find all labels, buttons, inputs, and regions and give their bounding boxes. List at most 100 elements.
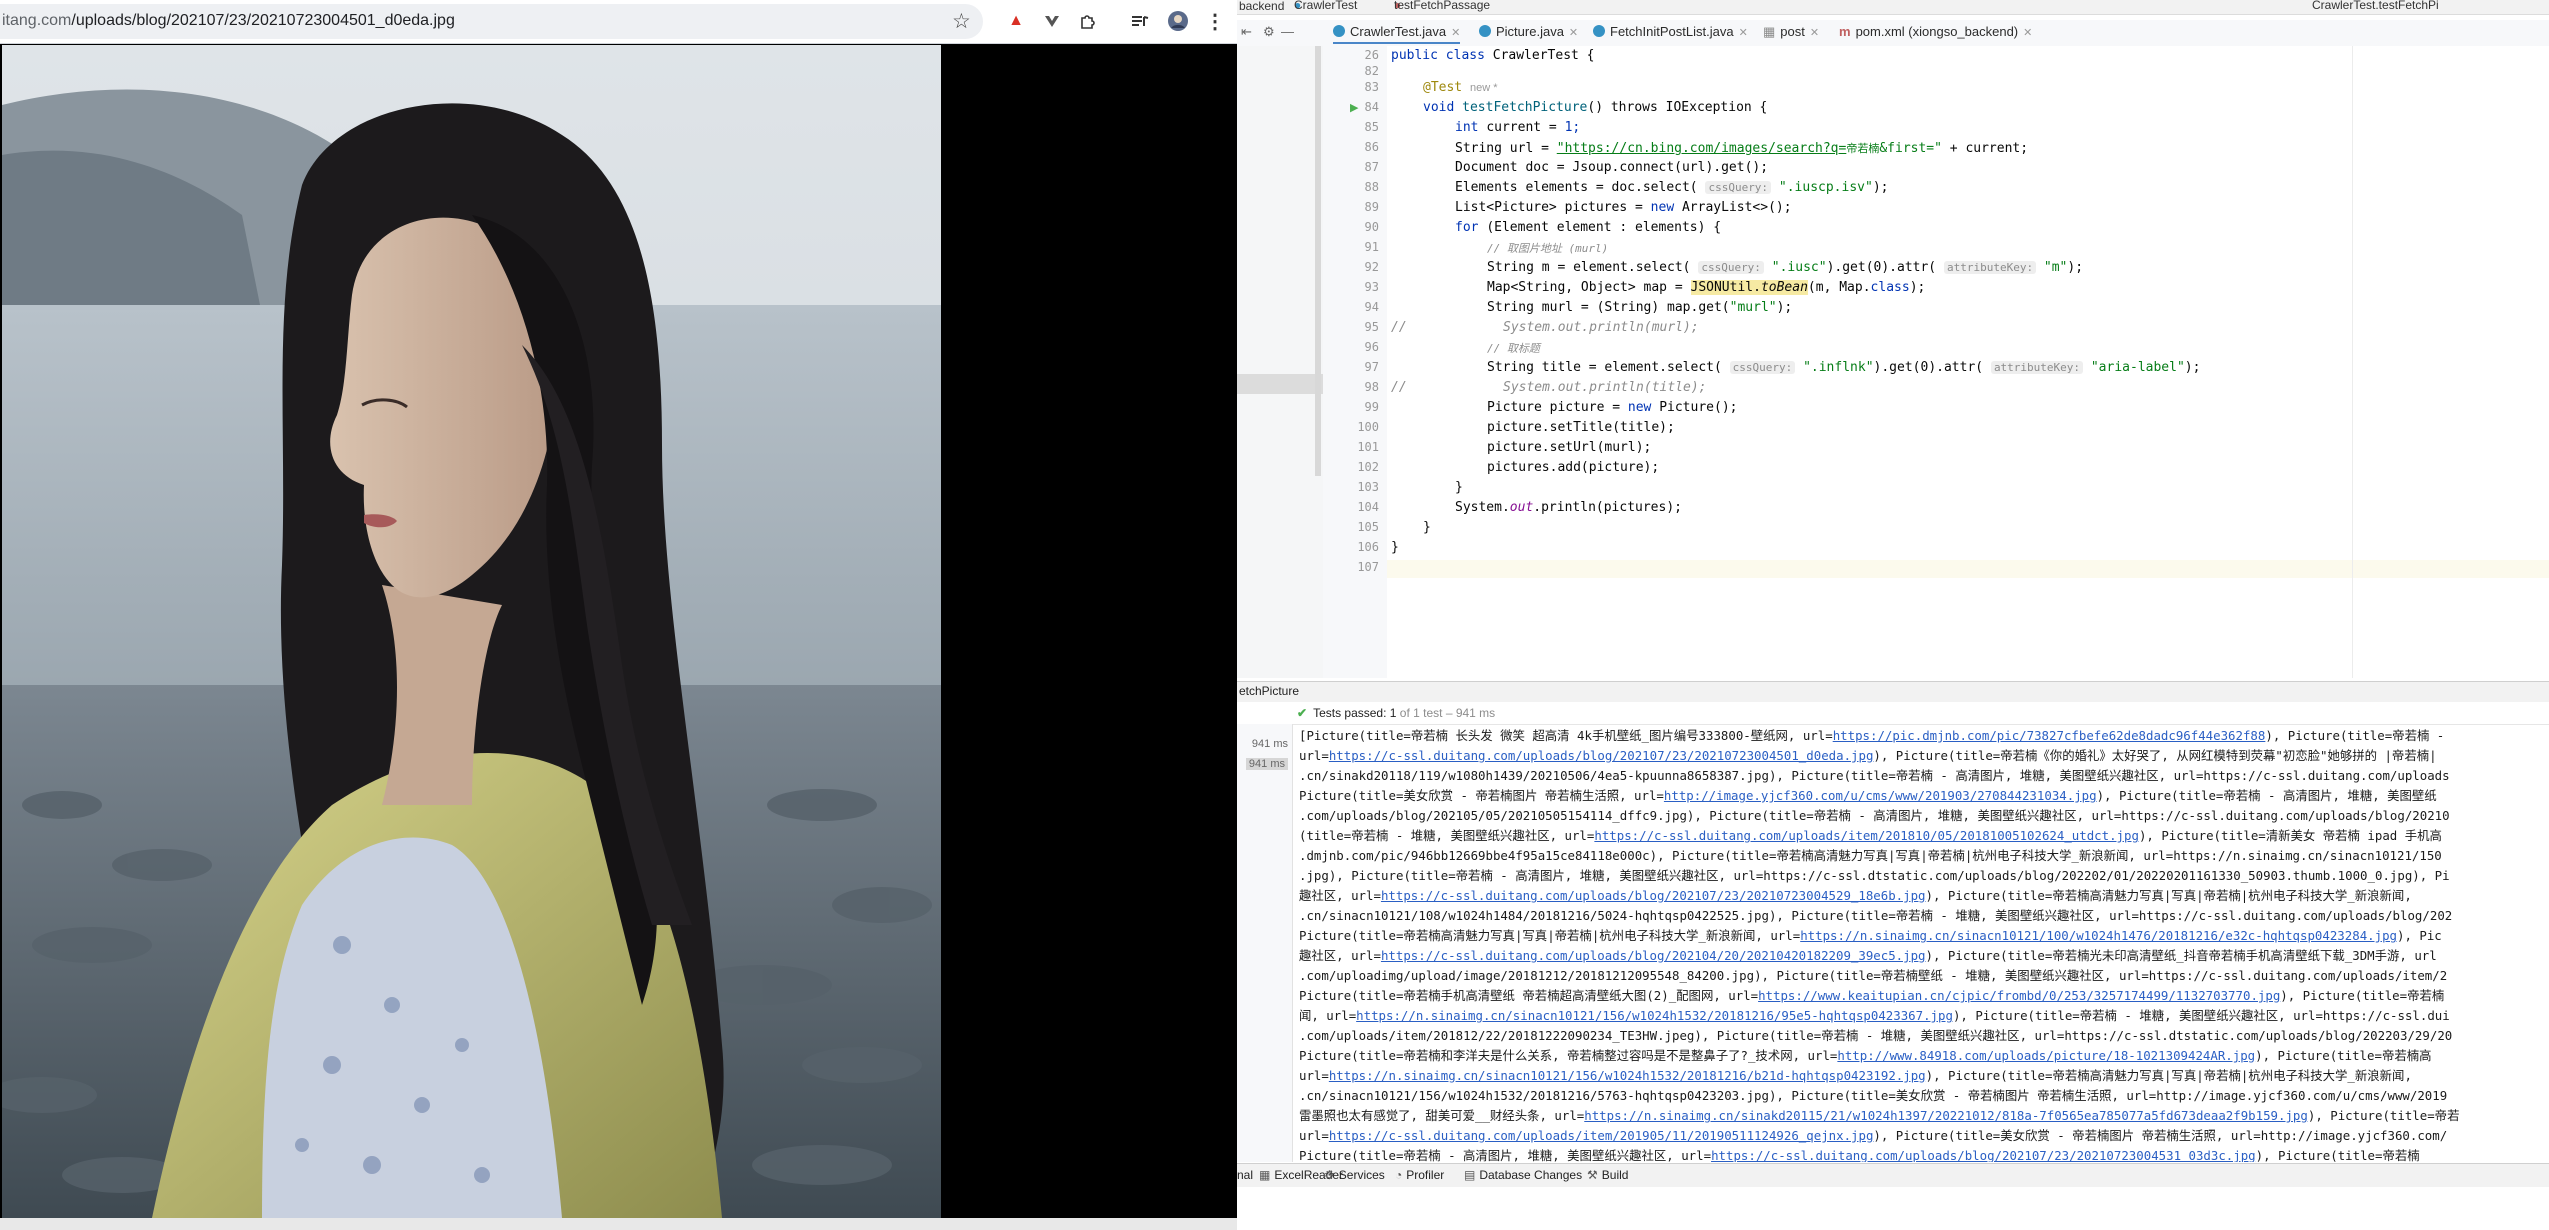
- media-control-icon[interactable]: [1128, 9, 1152, 33]
- caret-line: [1387, 560, 2549, 578]
- tab-crawlertest[interactable]: CrawlerTest.java ✕: [1333, 24, 1461, 44]
- console-link[interactable]: http://image.yjcf360.com/u/cms/www/20190…: [1664, 788, 2097, 803]
- address-bar[interactable]: itang.com/uploads/blog/202107/23/2021072…: [0, 4, 983, 39]
- string: &first=": [1879, 141, 1942, 156]
- console-link[interactable]: https://www.keaitupian.cn/cjpic/frombd/0…: [1758, 988, 2280, 1003]
- tab-label: Database Changes: [1479, 1168, 1583, 1182]
- code-line: String title = element.select( cssQuery:…: [1487, 360, 2200, 375]
- line-number: 103: [1357, 480, 1379, 494]
- test-duration[interactable]: 941 ms: [1252, 738, 1288, 750]
- static-method: toBean: [1760, 280, 1808, 295]
- line-number: 93: [1364, 280, 1379, 294]
- console-text: 雷墨照也太有感觉了, 甜美可爱__财经头条, url=: [1299, 1108, 1585, 1123]
- services-tab[interactable]: ⚙ Services: [1324, 1168, 1385, 1182]
- code-line: picture.setUrl(murl);: [1487, 440, 1652, 455]
- database-changes-tab[interactable]: ▤ Database Changes: [1464, 1168, 1582, 1182]
- code-line: pictures.add(picture);: [1487, 460, 1660, 475]
- console-line: url=https://c-ssl.duitang.com/uploads/bl…: [1299, 746, 2437, 764]
- console-line: 趣社区, url=https://c-ssl.duitang.com/uploa…: [1299, 886, 2412, 904]
- ide-navigation-bar: backend ● CrawlerTest ● testFetchPassage…: [1237, 0, 2549, 15]
- code-text: String murl = (String) map.get(: [1487, 300, 1730, 315]
- line-number-gutter: 26 82 83 84 85 86 87 88 89 90 91 92 93 9…: [1323, 46, 1388, 678]
- close-icon[interactable]: ✕: [1451, 27, 1460, 39]
- test-duration[interactable]: 941 ms: [1245, 758, 1288, 770]
- console-text: .cn/sinakd20118/119/w1080h1439/20210506/…: [1299, 768, 1769, 783]
- build-tab[interactable]: ⚒ Build: [1587, 1168, 1628, 1182]
- code-text: String title = element.select(: [1487, 360, 1730, 375]
- code-line: String murl = (String) map.get("murl");: [1487, 300, 1792, 315]
- code-line: }: [1423, 520, 1431, 535]
- ide-window: backend ● CrawlerTest ● testFetchPassage…: [1237, 0, 2549, 1230]
- minimize-icon[interactable]: —: [1281, 24, 1294, 39]
- line-number: 105: [1357, 520, 1379, 534]
- tab-picture[interactable]: Picture.java ✕: [1479, 24, 1578, 39]
- console-link[interactable]: https://n.sinaimg.cn/sinacn10121/100/w10…: [1800, 928, 2397, 943]
- console-link[interactable]: https://n.sinaimg.cn/sinakd20115/21/w102…: [1584, 1108, 2308, 1123]
- console-text: ), Picture(title=帝若: [2307, 1108, 2460, 1123]
- browser-bottom-bar: [0, 1218, 1237, 1230]
- line-number: 100: [1357, 420, 1379, 434]
- console-link[interactable]: http://www.84918.com/uploads/picture/18-…: [1837, 1048, 2255, 1063]
- table-icon: ▦: [1763, 24, 1776, 39]
- browser-toolbar: itang.com/uploads/blog/202107/23/2021072…: [0, 0, 1237, 44]
- ext-shield-icon[interactable]: [1040, 9, 1064, 33]
- profiler-tab[interactable]: ◔ Profiler: [1395, 1168, 1444, 1182]
- tab-label: Services: [1338, 1168, 1385, 1182]
- tab-pom[interactable]: m pom.xml (xiongso_backend) ✕: [1839, 24, 2032, 39]
- console-link[interactable]: https://c-ssl.duitang.com/uploads/item/2…: [1329, 1128, 1874, 1143]
- close-icon[interactable]: ✕: [1739, 27, 1748, 39]
- highlighted-text: JSONUtil.: [1690, 280, 1761, 295]
- console-text: ), Picture(title=帝若楠高: [2255, 1048, 2432, 1063]
- console-link[interactable]: https://c-ssl.duitang.com/uploads/blog/2…: [1711, 1148, 2256, 1162]
- settings-gear-icon[interactable]: ⚙: [1263, 24, 1275, 40]
- console-text: .jpg: [1299, 868, 1329, 883]
- run-test-icon[interactable]: ▶: [1350, 101, 1358, 114]
- run-tool-window-header: etchPicture: [1237, 681, 2549, 703]
- string: "aria-label": [2090, 360, 2185, 375]
- console-link[interactable]: https://c-ssl.duitang.com/uploads/blog/2…: [1381, 888, 1926, 903]
- crumb-backend[interactable]: backend: [1239, 0, 1284, 13]
- back-icon[interactable]: ⇤: [1241, 24, 1252, 40]
- ext-red-icon[interactable]: ▲: [1004, 9, 1028, 33]
- console-output[interactable]: [Picture(title=帝若楠 长头发 微笑 超高清 4k手机壁纸_图片编…: [1299, 726, 2549, 1162]
- close-icon[interactable]: ✕: [1810, 27, 1819, 39]
- profile-avatar-icon[interactable]: [1166, 9, 1190, 33]
- line-number: 98: [1364, 380, 1379, 394]
- console-link[interactable]: https://n.sinaimg.cn/sinacn10121/156/w10…: [1329, 1068, 1926, 1083]
- run-tab-title[interactable]: etchPicture: [1239, 684, 1299, 698]
- console-text: url=: [1299, 748, 1329, 763]
- console-text: url=: [1299, 1068, 1329, 1083]
- code-line: Elements elements = doc.select( cssQuery…: [1455, 180, 1888, 195]
- annotation: @Test: [1423, 80, 1463, 95]
- line-number: 97: [1364, 360, 1379, 374]
- test-tree: 941 ms 941 ms: [1237, 724, 1293, 1162]
- tab-fetchinitpostlist[interactable]: FetchInitPostList.java ✕: [1593, 24, 1748, 39]
- console-link[interactable]: https://c-ssl.duitang.com/uploads/item/2…: [1594, 828, 2139, 843]
- url-text[interactable]: itang.com/uploads/blog/202107/23/2021072…: [2, 12, 455, 30]
- code-editor[interactable]: public class CrawlerTest { @Test new * v…: [1387, 46, 2549, 678]
- console-link[interactable]: https://pic.dmjnb.com/pic/73827cfbefe62d…: [1833, 728, 2266, 743]
- close-icon[interactable]: ✕: [1569, 27, 1578, 39]
- terminal-tab[interactable]: nal: [1237, 1168, 1253, 1182]
- string-link[interactable]: "https://cn.bing.com/images/search?q=: [1557, 141, 1847, 156]
- line-number: 89: [1364, 200, 1379, 214]
- more-menu-icon[interactable]: ⋮: [1203, 9, 1227, 33]
- tests-passed-status: ✔ Tests passed: 1 of 1 test – 941 ms: [1297, 706, 1495, 720]
- console-text: Picture(title=帝若楠 - 高清图片, 堆糖, 美图壁纸兴趣社区, …: [1299, 1148, 1712, 1162]
- tab-post[interactable]: ▦ post ✕: [1763, 24, 1819, 40]
- console-line: Picture(title=美女欣赏 - 帝若楠图片 帝若楠生活照, url=h…: [1299, 786, 2437, 804]
- bookmark-star-icon[interactable]: ☆: [952, 9, 971, 34]
- project-scrollbar[interactable]: [1315, 46, 1321, 476]
- console-link[interactable]: https://n.sinaimg.cn/sinacn10121/156/w10…: [1356, 1008, 1953, 1023]
- console-line: .dmjnb.com/pic/946bb12669bbe4f95a15ce841…: [1299, 846, 2442, 864]
- console-link[interactable]: https://c-ssl.duitang.com/uploads/blog/2…: [1381, 948, 1926, 963]
- console-link[interactable]: https://c-ssl.duitang.com/uploads/blog/2…: [1329, 748, 1874, 763]
- extensions-puzzle-icon[interactable]: [1076, 9, 1100, 33]
- keyword: class: [1870, 280, 1910, 295]
- pass-detail: of 1 test – 941 ms: [1396, 706, 1496, 720]
- code-text: Elements elements = doc.select(: [1455, 180, 1706, 195]
- console-text: .cn/sinacn10121/108/w1024h1484/20181216/…: [1299, 908, 1769, 923]
- console-line: url=https://n.sinaimg.cn/sinacn10121/156…: [1299, 1066, 2412, 1084]
- check-icon: ✔: [1297, 706, 1308, 720]
- close-icon[interactable]: ✕: [2023, 27, 2032, 39]
